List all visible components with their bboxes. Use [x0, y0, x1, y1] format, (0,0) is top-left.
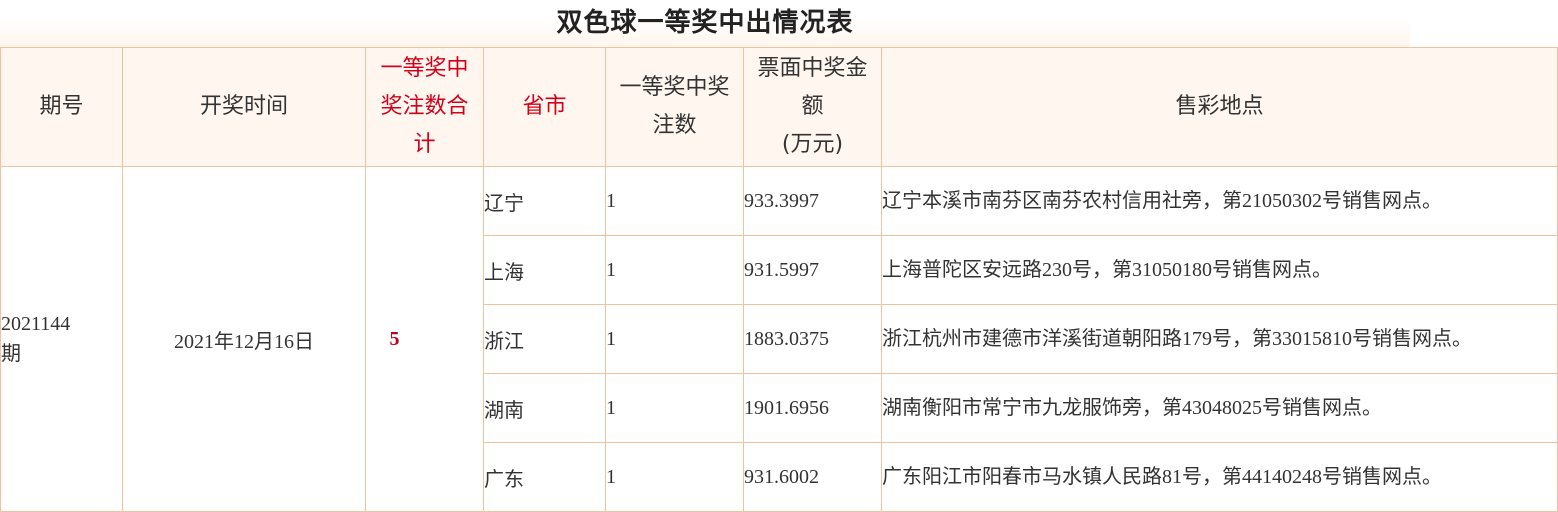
- cell-location: 湖南衡阳市常宁市九龙服饰旁，第43048025号销售网点。: [881, 373, 1558, 443]
- header-amount-line2: 额: [801, 94, 824, 119]
- cell-winner-count: 1: [605, 304, 744, 374]
- header-total-line1: 一等奖中: [380, 56, 469, 81]
- cell-winner-count: 1: [605, 373, 744, 443]
- header-winner-count: 一等奖中奖 注数: [605, 47, 744, 167]
- cell-location: 浙江杭州市建德市洋溪街道朝阳路179号，第33015810号销售网点。: [881, 304, 1558, 374]
- cell-amount: 931.5997: [743, 235, 882, 305]
- total-winners-value: 5: [389, 327, 400, 350]
- cell-winner-count: 1: [605, 442, 744, 512]
- cell-province: 上海: [483, 235, 606, 305]
- header-location: 售彩地点: [881, 47, 1558, 167]
- cell-province: 浙江: [483, 304, 606, 374]
- cell-winner-count: 1: [605, 235, 744, 305]
- period-number: 2021144: [1, 313, 71, 335]
- header-amount-line3: (万元): [781, 132, 844, 157]
- cell-location: 广东阳江市阳春市马水镇人民路81号，第44140248号销售网点。: [881, 442, 1558, 512]
- prize-table: 期号 开奖时间 一等奖中 奖注数合 计 省市 一等奖中奖 注数 票面中奖金 额 …: [0, 47, 1558, 512]
- cell-province: 湖南: [483, 373, 606, 443]
- page-title: 双色球一等奖中出情况表: [556, 8, 854, 38]
- header-count-line1: 一等奖中奖: [619, 75, 730, 100]
- header-amount-line1: 票面中奖金: [757, 56, 868, 81]
- header-amount: 票面中奖金 额 (万元): [743, 47, 882, 167]
- header-total-line3: 计: [413, 132, 436, 157]
- cell-amount: 1901.6956: [743, 373, 882, 443]
- header-row: 期号 开奖时间 一等奖中 奖注数合 计 省市 一等奖中奖 注数 票面中奖金 额 …: [0, 47, 1558, 167]
- cell-province: 广东: [483, 442, 606, 512]
- cell-draw-date: 2021年12月16日: [122, 166, 366, 512]
- cell-location: 上海普陀区安远路230号，第31050180号销售网点。: [881, 235, 1558, 305]
- header-province: 省市: [483, 47, 606, 167]
- cell-amount: 931.6002: [743, 442, 882, 512]
- cell-location: 辽宁本溪市南芬区南芬农村信用社旁，第21050302号销售网点。: [881, 166, 1558, 236]
- table-row: 2021144 期 2021年12月16日 5 辽宁 1 933.3997 辽宁…: [0, 166, 1558, 512]
- cell-winner-count: 1: [605, 166, 744, 236]
- cell-amount: 1883.0375: [743, 304, 882, 374]
- cell-total-winners: 5: [365, 166, 484, 512]
- header-count-line2: 注数: [652, 113, 697, 138]
- cell-amount: 933.3997: [743, 166, 882, 236]
- header-total-line2: 奖注数合: [380, 94, 469, 119]
- header-total-winners: 一等奖中 奖注数合 计: [365, 47, 484, 167]
- header-period: 期号: [0, 47, 123, 167]
- cell-province: 辽宁: [483, 166, 606, 236]
- header-draw-time: 开奖时间: [122, 47, 366, 167]
- period-suffix: 期: [1, 343, 22, 365]
- cell-period: 2021144 期: [0, 166, 123, 512]
